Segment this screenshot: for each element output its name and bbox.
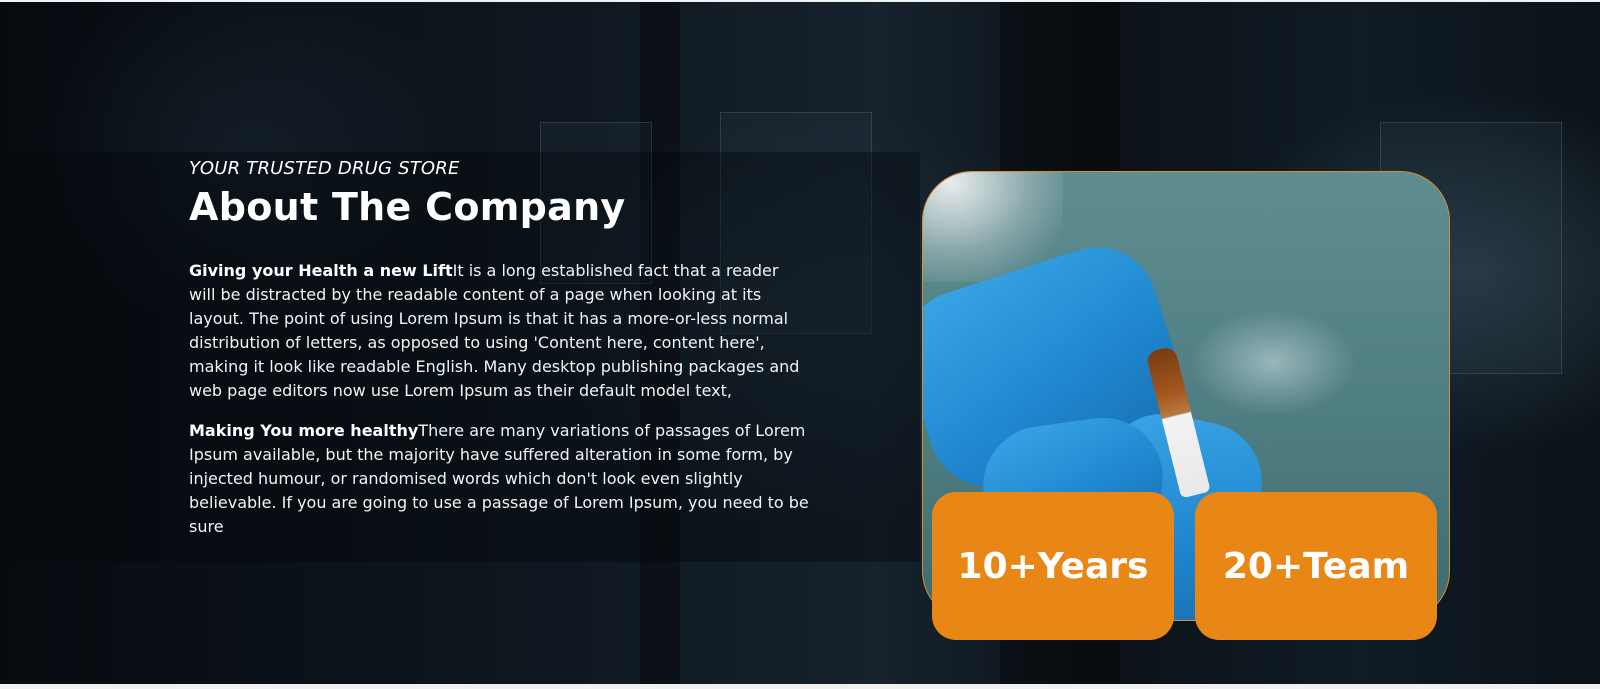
- paragraph-text: It is a long established fact that a rea…: [189, 261, 800, 400]
- about-text-block: YOUR TRUSTED DRUG STORE About The Compan…: [189, 158, 809, 555]
- section-title: About The Company: [189, 185, 626, 229]
- paragraph-lead: Giving your Health a new Lift: [189, 261, 453, 280]
- stat-team-label: 20+Team: [1222, 545, 1410, 587]
- stat-years-label: 10+Years: [957, 545, 1149, 587]
- about-paragraph: Giving your Health a new LiftIt is a lon…: [189, 259, 809, 403]
- paragraph-lead: Making You more healthy: [189, 421, 419, 440]
- tagline: YOUR TRUSTED DRUG STORE: [189, 158, 460, 179]
- about-hero-section: YOUR TRUSTED DRUG STORE About The Compan…: [0, 2, 1600, 684]
- stat-years-card: 10+Years: [932, 492, 1174, 640]
- about-paragraph: Making You more healthyThere are many va…: [189, 419, 809, 539]
- page-bottom-strip: [0, 684, 1600, 689]
- stat-team-card: 20+Team: [1195, 492, 1437, 640]
